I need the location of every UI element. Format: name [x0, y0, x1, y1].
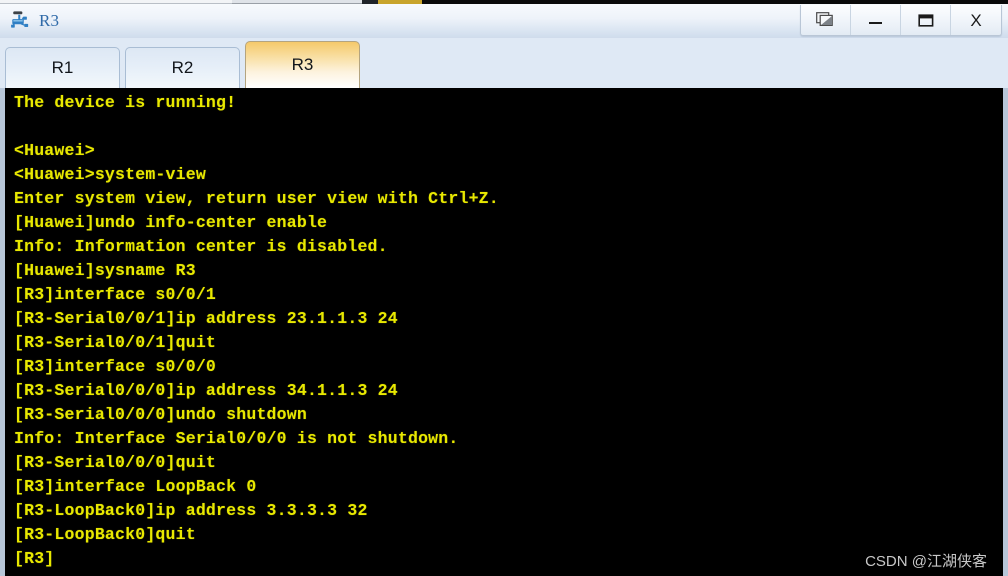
terminal-line: [Huawei]sysname R3	[14, 261, 196, 280]
terminal-line: [R3-Serial0/0/0]undo shutdown	[14, 405, 307, 424]
terminal-line: The device is running!	[14, 93, 237, 112]
terminal-line: [R3]interface s0/0/0	[14, 357, 217, 376]
terminal-line: <Huawei>system-view	[14, 165, 206, 184]
close-button[interactable]: X	[951, 5, 1001, 35]
tab-r1[interactable]: R1	[5, 47, 120, 88]
terminal-line: [R3]interface s0/0/1	[14, 285, 217, 304]
emulator-window: R3 X R1 R2 R3 The device is running! <Hu…	[0, 0, 1008, 576]
tab-r2[interactable]: R2	[125, 47, 240, 88]
terminal-line: Info: Interface Serial0/0/0 is not shutd…	[14, 429, 459, 448]
tab-label: R1	[51, 58, 74, 77]
terminal-line: [R3-LoopBack0]quit	[14, 525, 196, 544]
title-bar-left: R3	[0, 10, 59, 32]
terminal-line: [R3-Serial0/0/1]ip address 23.1.1.3 24	[14, 309, 398, 328]
tab-r3[interactable]: R3	[245, 41, 360, 88]
terminal-line: <Huawei>	[14, 141, 95, 160]
terminal-line: [R3]interface LoopBack 0	[14, 477, 257, 496]
terminal-line: [R3]	[14, 549, 55, 568]
router-icon	[10, 10, 32, 32]
terminal-line: Enter system view, return user view with…	[14, 189, 499, 208]
terminal-panel: The device is running! <Huawei> <Huawei>s…	[0, 88, 1008, 576]
terminal-line: [R3-Serial0/0/1]quit	[14, 333, 217, 352]
cascade-windows-button[interactable]	[801, 5, 851, 35]
minimize-button[interactable]	[851, 5, 901, 35]
device-tab-strip: R1 R2 R3	[0, 38, 1008, 88]
terminal-line: [R3-Serial0/0/0]quit	[14, 453, 217, 472]
close-icon: X	[970, 10, 982, 30]
window-title: R3	[39, 11, 60, 30]
terminal-line: Info: Information center is disabled.	[14, 237, 388, 256]
terminal-line: [R3-Serial0/0/0]ip address 34.1.1.3 24	[14, 381, 398, 400]
terminal-output[interactable]: The device is running! <Huawei> <Huawei>s…	[5, 88, 1003, 576]
terminal-line: [Huawei]undo info-center enable	[14, 213, 328, 232]
tab-label: R3	[291, 55, 314, 74]
window-controls: X	[800, 5, 1002, 36]
maximize-button[interactable]	[901, 5, 951, 35]
terminal-line: [R3-LoopBack0]ip address 3.3.3.3 32	[14, 501, 368, 520]
title-bar: R3 X	[0, 4, 1008, 39]
tab-label: R2	[171, 58, 194, 77]
